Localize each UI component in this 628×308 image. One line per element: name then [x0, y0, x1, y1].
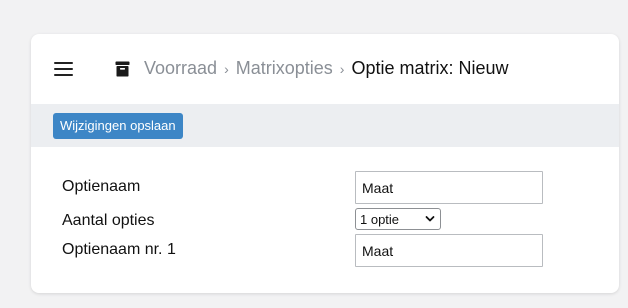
option-count-select[interactable]: 1 optie — [355, 208, 441, 230]
option-name-label: Optienaam — [62, 178, 141, 195]
option-name-1-label: Optienaam nr. 1 — [62, 241, 176, 258]
page-header: Voorraad › Matrixopties › Optie matrix: … — [31, 34, 619, 104]
main-card: Voorraad › Matrixopties › Optie matrix: … — [31, 34, 619, 293]
archive-box-icon — [115, 61, 130, 76]
option-count-selected: 1 optie — [360, 211, 400, 227]
breadcrumb: Voorraad › Matrixopties › Optie matrix: … — [115, 58, 508, 79]
hamburger-menu-icon[interactable] — [54, 62, 73, 76]
option-count-label: Aantal opties — [62, 212, 155, 229]
breadcrumb-matrixopties[interactable]: Matrixopties — [236, 58, 333, 79]
breadcrumb-separator: › — [339, 60, 345, 77]
chevron-down-icon — [425, 216, 435, 222]
toolbar: Wijzigingen opslaan — [31, 104, 619, 147]
option-name-1-input[interactable] — [355, 234, 543, 267]
page-title: Optie matrix: Nieuw — [351, 58, 509, 78]
breadcrumb-separator: › — [224, 60, 229, 77]
save-changes-button[interactable]: Wijzigingen opslaan — [53, 113, 183, 139]
breadcrumb-voorraad[interactable]: Voorraad — [144, 58, 217, 79]
option-name-input[interactable] — [355, 171, 543, 204]
